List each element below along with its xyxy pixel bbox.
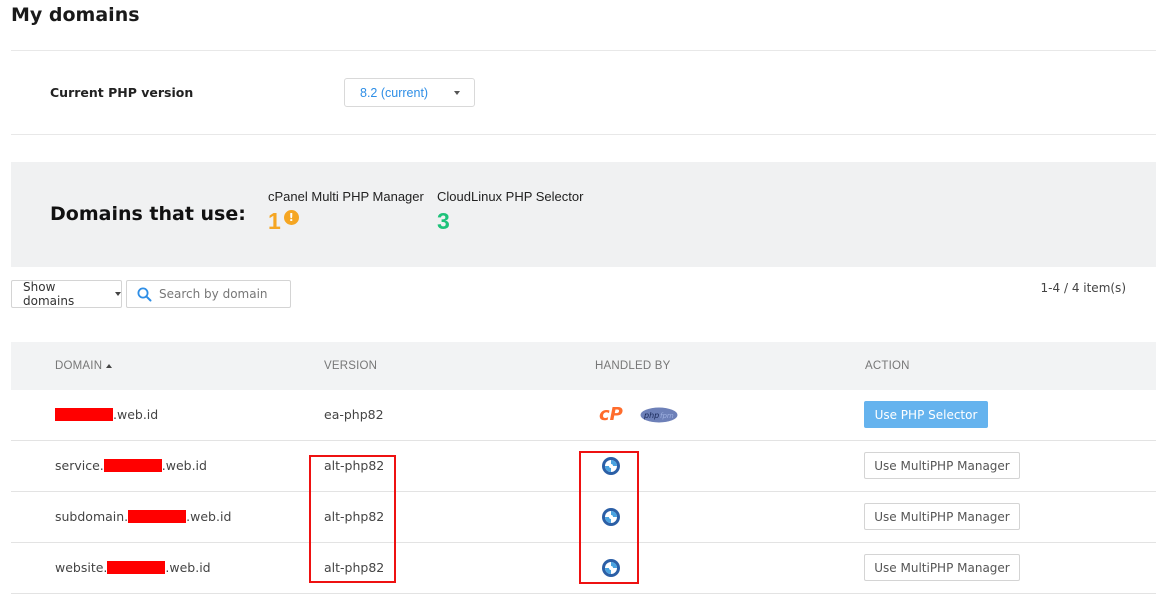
column-domain[interactable]: DOMAIN bbox=[55, 360, 113, 372]
svg-text:php: php bbox=[643, 411, 659, 420]
pagination-info: 1-4 / 4 item(s) bbox=[1040, 281, 1126, 295]
use-multiphp-manager-button[interactable]: Use MultiPHP Manager bbox=[864, 503, 1020, 530]
highlight-version-box bbox=[309, 455, 396, 583]
usage-cpanel-count: 1 bbox=[268, 208, 281, 234]
info-icon[interactable]: ! bbox=[283, 210, 299, 225]
usage-cpanel-label: cPanel Multi PHP Manager bbox=[268, 189, 424, 204]
search-icon bbox=[137, 287, 152, 301]
column-handled-by: HANDLED BY bbox=[595, 360, 671, 372]
usage-title: Domains that use: bbox=[50, 203, 246, 225]
usage-cpanel: cPanel Multi PHP Manager 1 ! bbox=[268, 189, 424, 235]
php-version-label: Current PHP version bbox=[50, 85, 194, 100]
divider bbox=[11, 50, 1156, 51]
use-multiphp-manager-button[interactable]: Use MultiPHP Manager bbox=[864, 452, 1020, 479]
divider bbox=[11, 134, 1156, 135]
domain-cell: service. .web.id bbox=[55, 458, 207, 473]
sort-asc-icon bbox=[106, 363, 113, 368]
php-fpm-logo-icon: php fpm bbox=[640, 407, 678, 423]
show-domains-dropdown[interactable]: Show domains bbox=[11, 280, 122, 308]
domain-suffix: .web.id bbox=[165, 560, 211, 575]
redaction-mark bbox=[55, 408, 113, 421]
usage-cloudlinux: CloudLinux PHP Selector 3 bbox=[437, 189, 583, 235]
domain-cell: .web.id bbox=[55, 407, 158, 422]
domain-cell: website. .web.id bbox=[55, 560, 211, 575]
highlight-handled-by-box bbox=[579, 451, 639, 584]
table-header: DOMAIN VERSION HANDLED BY ACTION bbox=[11, 342, 1156, 390]
cpanel-logo-icon: cP bbox=[599, 404, 623, 423]
domain-suffix: .web.id bbox=[161, 458, 207, 473]
domain-cell: subdomain. .web.id bbox=[55, 509, 231, 524]
chevron-down-icon bbox=[454, 91, 460, 95]
redaction-mark bbox=[103, 459, 162, 472]
use-php-selector-button[interactable]: Use PHP Selector bbox=[864, 401, 988, 428]
redaction-mark bbox=[107, 561, 166, 574]
svg-text:cP: cP bbox=[599, 404, 623, 423]
caret-down-icon bbox=[115, 292, 121, 296]
column-action: ACTION bbox=[865, 360, 910, 372]
php-version-value: 8.2 (current) bbox=[360, 85, 429, 100]
usage-cloudlinux-label: CloudLinux PHP Selector bbox=[437, 189, 584, 204]
domain-prefix: subdomain. bbox=[55, 509, 129, 524]
domain-suffix: .web.id bbox=[186, 509, 232, 524]
domain-suffix: .web.id bbox=[113, 407, 159, 422]
page-title: My domains bbox=[11, 4, 140, 26]
version-cell: ea-php82 bbox=[324, 407, 384, 422]
php-version-select[interactable]: 8.2 (current) bbox=[344, 78, 475, 107]
search-box[interactable] bbox=[126, 280, 291, 308]
use-multiphp-manager-button[interactable]: Use MultiPHP Manager bbox=[864, 554, 1020, 581]
column-domain-label: DOMAIN bbox=[55, 360, 103, 372]
domain-prefix: service. bbox=[55, 458, 104, 473]
column-version: VERSION bbox=[324, 360, 378, 372]
show-domains-label: Show domains bbox=[23, 280, 75, 308]
svg-text:fpm: fpm bbox=[660, 412, 674, 420]
search-input[interactable] bbox=[159, 287, 279, 301]
domain-prefix: website. bbox=[55, 560, 108, 575]
table-row: .web.id ea-php82 cP php fpm Use PHP Sele… bbox=[11, 390, 1156, 441]
redaction-mark bbox=[128, 510, 187, 523]
usage-cloudlinux-count: 3 bbox=[437, 208, 450, 234]
usage-summary: Domains that use: cPanel Multi PHP Manag… bbox=[11, 162, 1156, 267]
